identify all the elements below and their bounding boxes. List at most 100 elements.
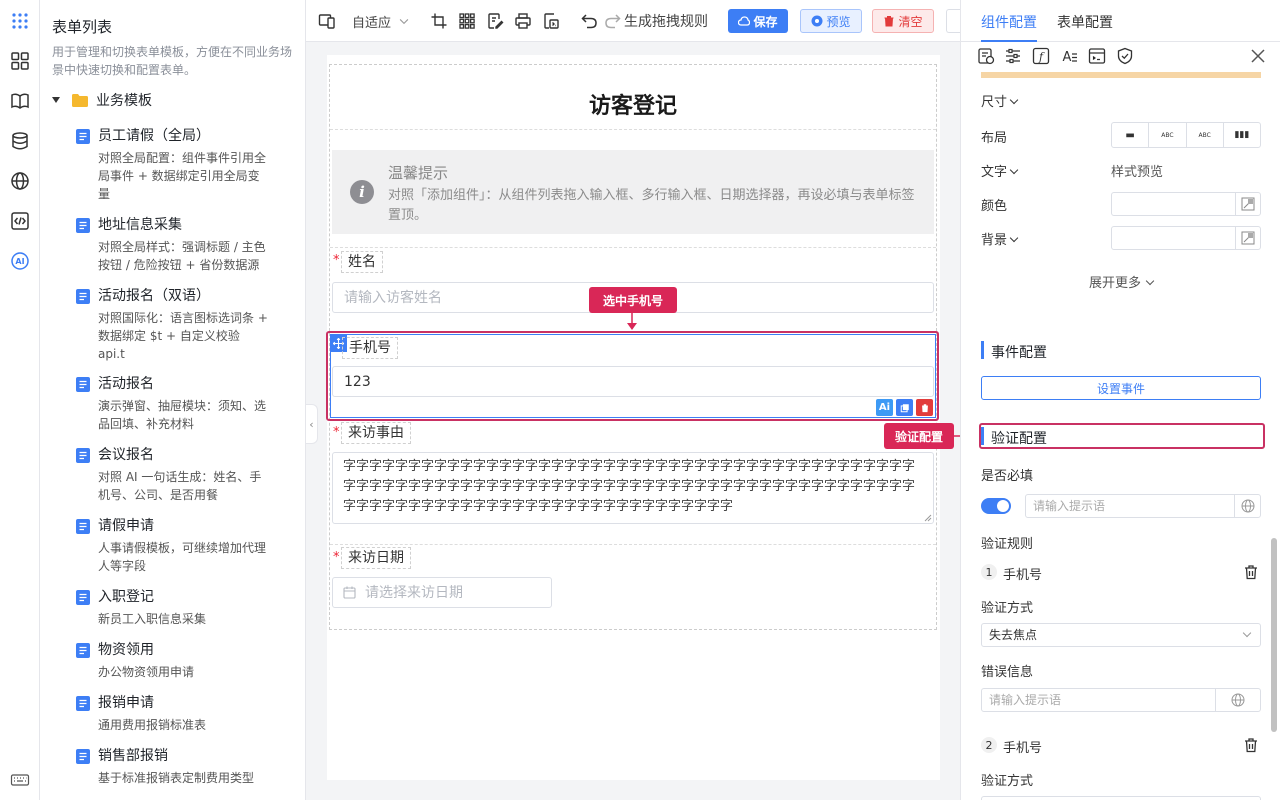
- edit-icon[interactable]: [304, 216, 306, 234]
- copy-icon[interactable]: [896, 399, 913, 416]
- resize-handle-icon[interactable]: [924, 514, 932, 522]
- tip-alert[interactable]: i 温馨提示 对照「添加组件」：从组件列表拖入输入框、多行输入框、日期选择器，再…: [332, 150, 934, 234]
- info-icon: i: [350, 180, 374, 204]
- color-picker-icon[interactable]: [1235, 227, 1260, 249]
- bg-input[interactable]: [1111, 226, 1261, 250]
- method-select[interactable]: [981, 796, 1261, 800]
- color-picker-icon[interactable]: [1235, 193, 1260, 215]
- redo-icon[interactable]: [604, 11, 622, 31]
- ai-assist-icon[interactable]: Ai: [876, 399, 893, 416]
- template-name: 员工请假（全局）: [98, 128, 210, 144]
- props-icon[interactable]: [977, 47, 995, 65]
- phone-input[interactable]: 123: [332, 366, 934, 397]
- components-icon[interactable]: [8, 49, 32, 73]
- expand-more-button[interactable]: 展开更多: [961, 272, 1280, 291]
- function-icon[interactable]: f: [1032, 47, 1050, 65]
- edit-icon[interactable]: [304, 694, 306, 712]
- preview-button[interactable]: 预览: [800, 9, 862, 33]
- edit-icon[interactable]: [304, 446, 306, 464]
- edit-icon[interactable]: [304, 588, 306, 606]
- set-event-button[interactable]: 设置事件: [981, 376, 1261, 400]
- trash-icon: [884, 16, 894, 27]
- print-icon[interactable]: [514, 11, 532, 31]
- scrollbar-thumb[interactable]: [1271, 538, 1277, 732]
- script-icon[interactable]: [1088, 47, 1106, 65]
- save-button[interactable]: 保存: [728, 9, 788, 33]
- collapse-panel-button[interactable]: ‹: [306, 404, 318, 444]
- adaptive-select[interactable]: 自适应: [352, 11, 411, 31]
- trash-icon[interactable]: [1243, 737, 1259, 753]
- date-picker[interactable]: 请选择来访日期: [332, 577, 552, 608]
- json-icon[interactable]: [542, 11, 560, 31]
- tab-form-config[interactable]: 表单配置: [1057, 12, 1113, 32]
- edit-doc-icon[interactable]: [486, 11, 504, 31]
- layout-option[interactable]: ▬: [1112, 123, 1150, 147]
- form-title[interactable]: 访客登记: [330, 88, 936, 120]
- bg-toggle[interactable]: 背景: [981, 229, 1019, 248]
- sliders-icon[interactable]: [1004, 47, 1022, 65]
- code-icon[interactable]: [8, 209, 32, 233]
- book-icon[interactable]: [8, 89, 32, 113]
- divider: [330, 129, 936, 130]
- template-desc: 对照全局配置：组件事件引用全局事件 + 数据绑定引用全局变量: [98, 151, 267, 201]
- expand-more-label: 展开更多: [1088, 276, 1141, 291]
- rule-index: 2: [981, 737, 997, 753]
- document-icon: [76, 289, 90, 304]
- text-toggle[interactable]: 文字: [981, 161, 1019, 180]
- edit-icon[interactable]: [304, 747, 306, 765]
- required-hint-input[interactable]: 请输入提示语: [1025, 494, 1261, 518]
- globe-icon[interactable]: [1215, 689, 1260, 711]
- crop-icon[interactable]: [430, 11, 448, 31]
- reason-textarea[interactable]: 字字字字字字字字字字字字字字字字字字字字字字字字字字字字字字字字字字字字字字字字…: [332, 452, 934, 524]
- clear-button[interactable]: 清空: [872, 9, 934, 33]
- grid-icon[interactable]: [458, 11, 476, 31]
- drag-rules-label: 生成拖拽规则: [624, 14, 708, 30]
- template-desc: 通用费用报销标准表: [98, 718, 207, 732]
- generate-drag-rules-button[interactable]: 生成拖拽规则: [624, 11, 708, 31]
- required-toggle[interactable]: [981, 498, 1011, 514]
- trash-icon[interactable]: [1243, 564, 1259, 580]
- caret-down-icon[interactable]: [52, 97, 60, 103]
- error-message-input[interactable]: 请输入提示语: [981, 688, 1261, 712]
- template-name: 活动报名: [98, 376, 154, 392]
- document-icon: [76, 749, 90, 764]
- globe-icon[interactable]: [1234, 495, 1260, 517]
- color-input[interactable]: [1111, 192, 1261, 216]
- cloud-icon: [738, 16, 751, 26]
- template-desc: 对照 AI 一句话生成：姓名、手机号、公司、是否用餐: [98, 470, 262, 502]
- size-toggle[interactable]: 尺寸: [981, 91, 1019, 110]
- device-icon[interactable]: [318, 11, 336, 31]
- template-name: 活动报名（双语）: [98, 288, 210, 304]
- template-desc: 对照国际化：语言图标选词条 + 数据绑定 $t + 自定义校验 api.t: [98, 311, 268, 361]
- database-icon[interactable]: [8, 129, 32, 153]
- edit-icon[interactable]: [304, 641, 306, 659]
- template-name: 销售部报销: [98, 748, 168, 764]
- layout-option[interactable]: ABC: [1149, 123, 1187, 147]
- app-grid-icon[interactable]: [8, 9, 32, 33]
- ai-icon[interactable]: AI: [8, 249, 32, 273]
- section-bar: [981, 427, 984, 445]
- keyboard-icon[interactable]: [8, 768, 32, 792]
- more-button[interactable]: [946, 9, 960, 33]
- text-style-icon[interactable]: A: [1060, 47, 1078, 65]
- size-label: 尺寸: [981, 95, 1008, 110]
- close-icon[interactable]: [1249, 47, 1267, 65]
- document-icon: [76, 696, 90, 711]
- template-name: 地址信息采集: [98, 217, 182, 233]
- layout-option[interactable]: ABC: [1187, 123, 1224, 147]
- layout-label: 布局: [981, 131, 1008, 146]
- edit-icon[interactable]: [304, 287, 306, 305]
- folder-business-templates[interactable]: 业务模板: [52, 90, 152, 110]
- method-select[interactable]: 失去焦点: [981, 623, 1261, 647]
- tab-component-config[interactable]: 组件配置: [981, 12, 1037, 32]
- undo-icon[interactable]: [580, 11, 598, 31]
- shield-check-icon[interactable]: [1116, 47, 1134, 65]
- edit-icon[interactable]: [304, 127, 306, 145]
- globe-icon[interactable]: [8, 169, 32, 193]
- edit-icon[interactable]: [304, 375, 306, 393]
- delete-icon[interactable]: [916, 399, 933, 416]
- layout-segmented[interactable]: ▬ ABC ABC ▮▮▮: [1111, 122, 1261, 148]
- chevron-down-icon: [399, 19, 409, 25]
- layout-option[interactable]: ▮▮▮: [1224, 123, 1260, 147]
- edit-icon[interactable]: [304, 517, 306, 535]
